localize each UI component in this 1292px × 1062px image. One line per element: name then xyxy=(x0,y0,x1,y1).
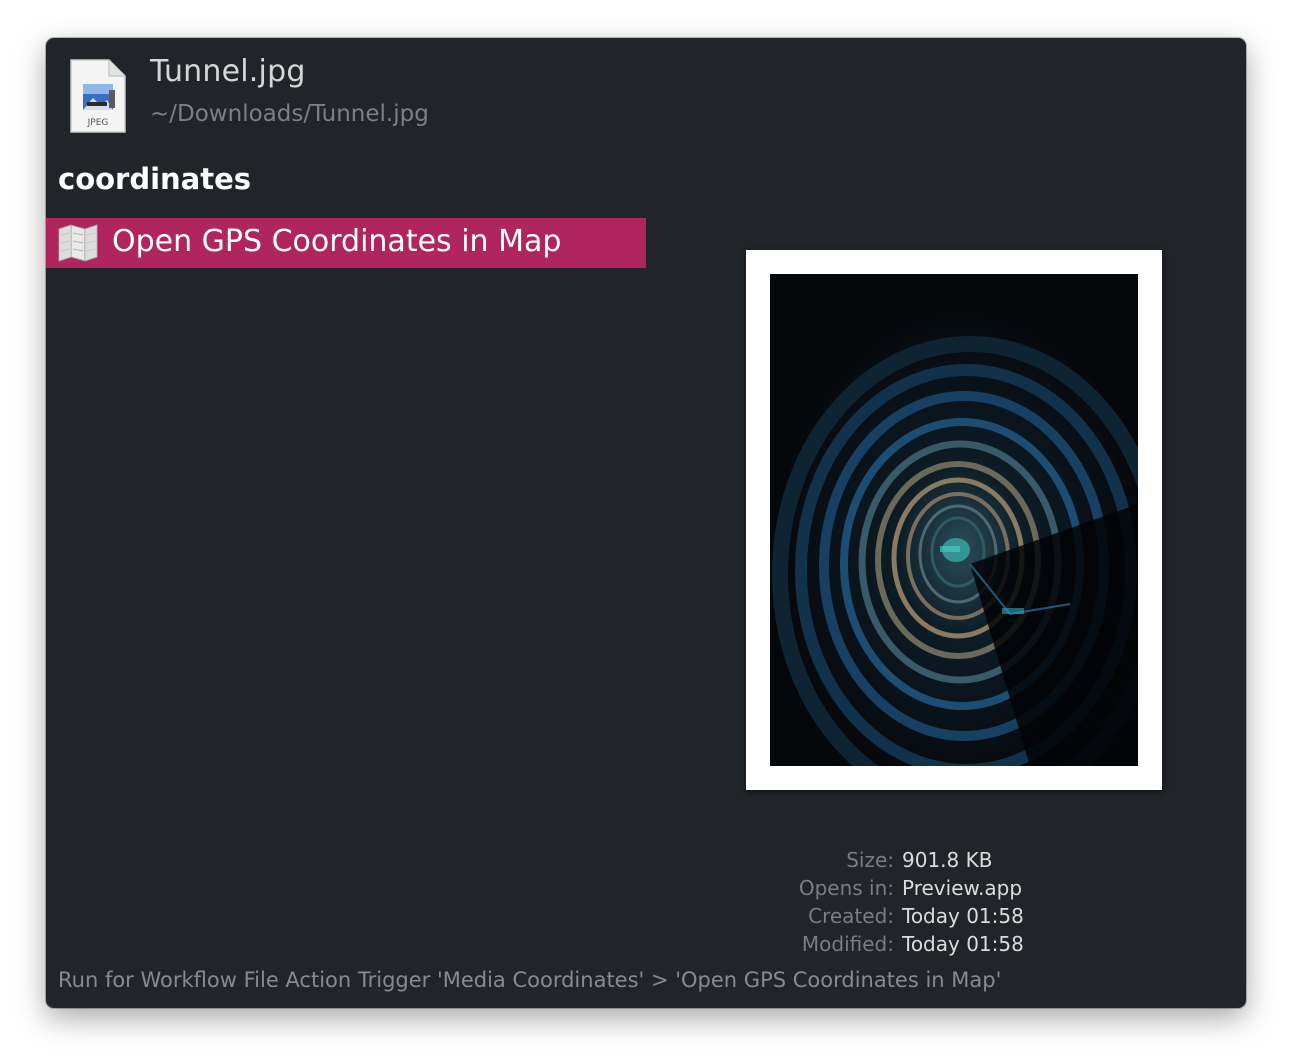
image-preview xyxy=(746,250,1162,790)
meta-modified-value: Today 01:58 xyxy=(902,932,1024,956)
alfred-window: JPEG Tunnel.jpg ~/Downloads/Tunnel.jpg c… xyxy=(46,38,1246,1008)
meta-size-value: 901.8 KB xyxy=(902,848,993,872)
file-metadata: Size: 901.8 KB Opens in: Preview.app Cre… xyxy=(746,848,1166,960)
meta-modified-row: Modified: Today 01:58 xyxy=(746,932,1166,960)
meta-opens-value: Preview.app xyxy=(902,876,1023,900)
meta-size-row: Size: 901.8 KB xyxy=(746,848,1166,876)
meta-modified-label: Modified: xyxy=(801,932,894,956)
file-path: ~/Downloads/Tunnel.jpg xyxy=(150,101,429,127)
result-item-open-gps-coordinates[interactable]: Open GPS Coordinates in Map xyxy=(46,218,646,268)
file-title: Tunnel.jpg xyxy=(150,54,306,89)
result-item-label: Open GPS Coordinates in Map xyxy=(112,224,562,259)
meta-size-label: Size: xyxy=(846,848,894,872)
map-icon xyxy=(57,223,99,263)
jpeg-badge-text: JPEG xyxy=(87,118,109,128)
search-query[interactable]: coordinates xyxy=(58,162,251,196)
tunnel-photo-preview xyxy=(770,274,1138,766)
jpeg-file-icon: JPEG xyxy=(69,58,127,134)
meta-created-value: Today 01:58 xyxy=(902,904,1024,928)
meta-created-row: Created: Today 01:58 xyxy=(746,904,1166,932)
action-subtitle: Run for Workflow File Action Trigger 'Me… xyxy=(58,968,1002,992)
meta-created-label: Created: xyxy=(808,904,894,928)
meta-opens-row: Opens in: Preview.app xyxy=(746,876,1166,904)
meta-opens-label: Opens in: xyxy=(798,876,894,900)
